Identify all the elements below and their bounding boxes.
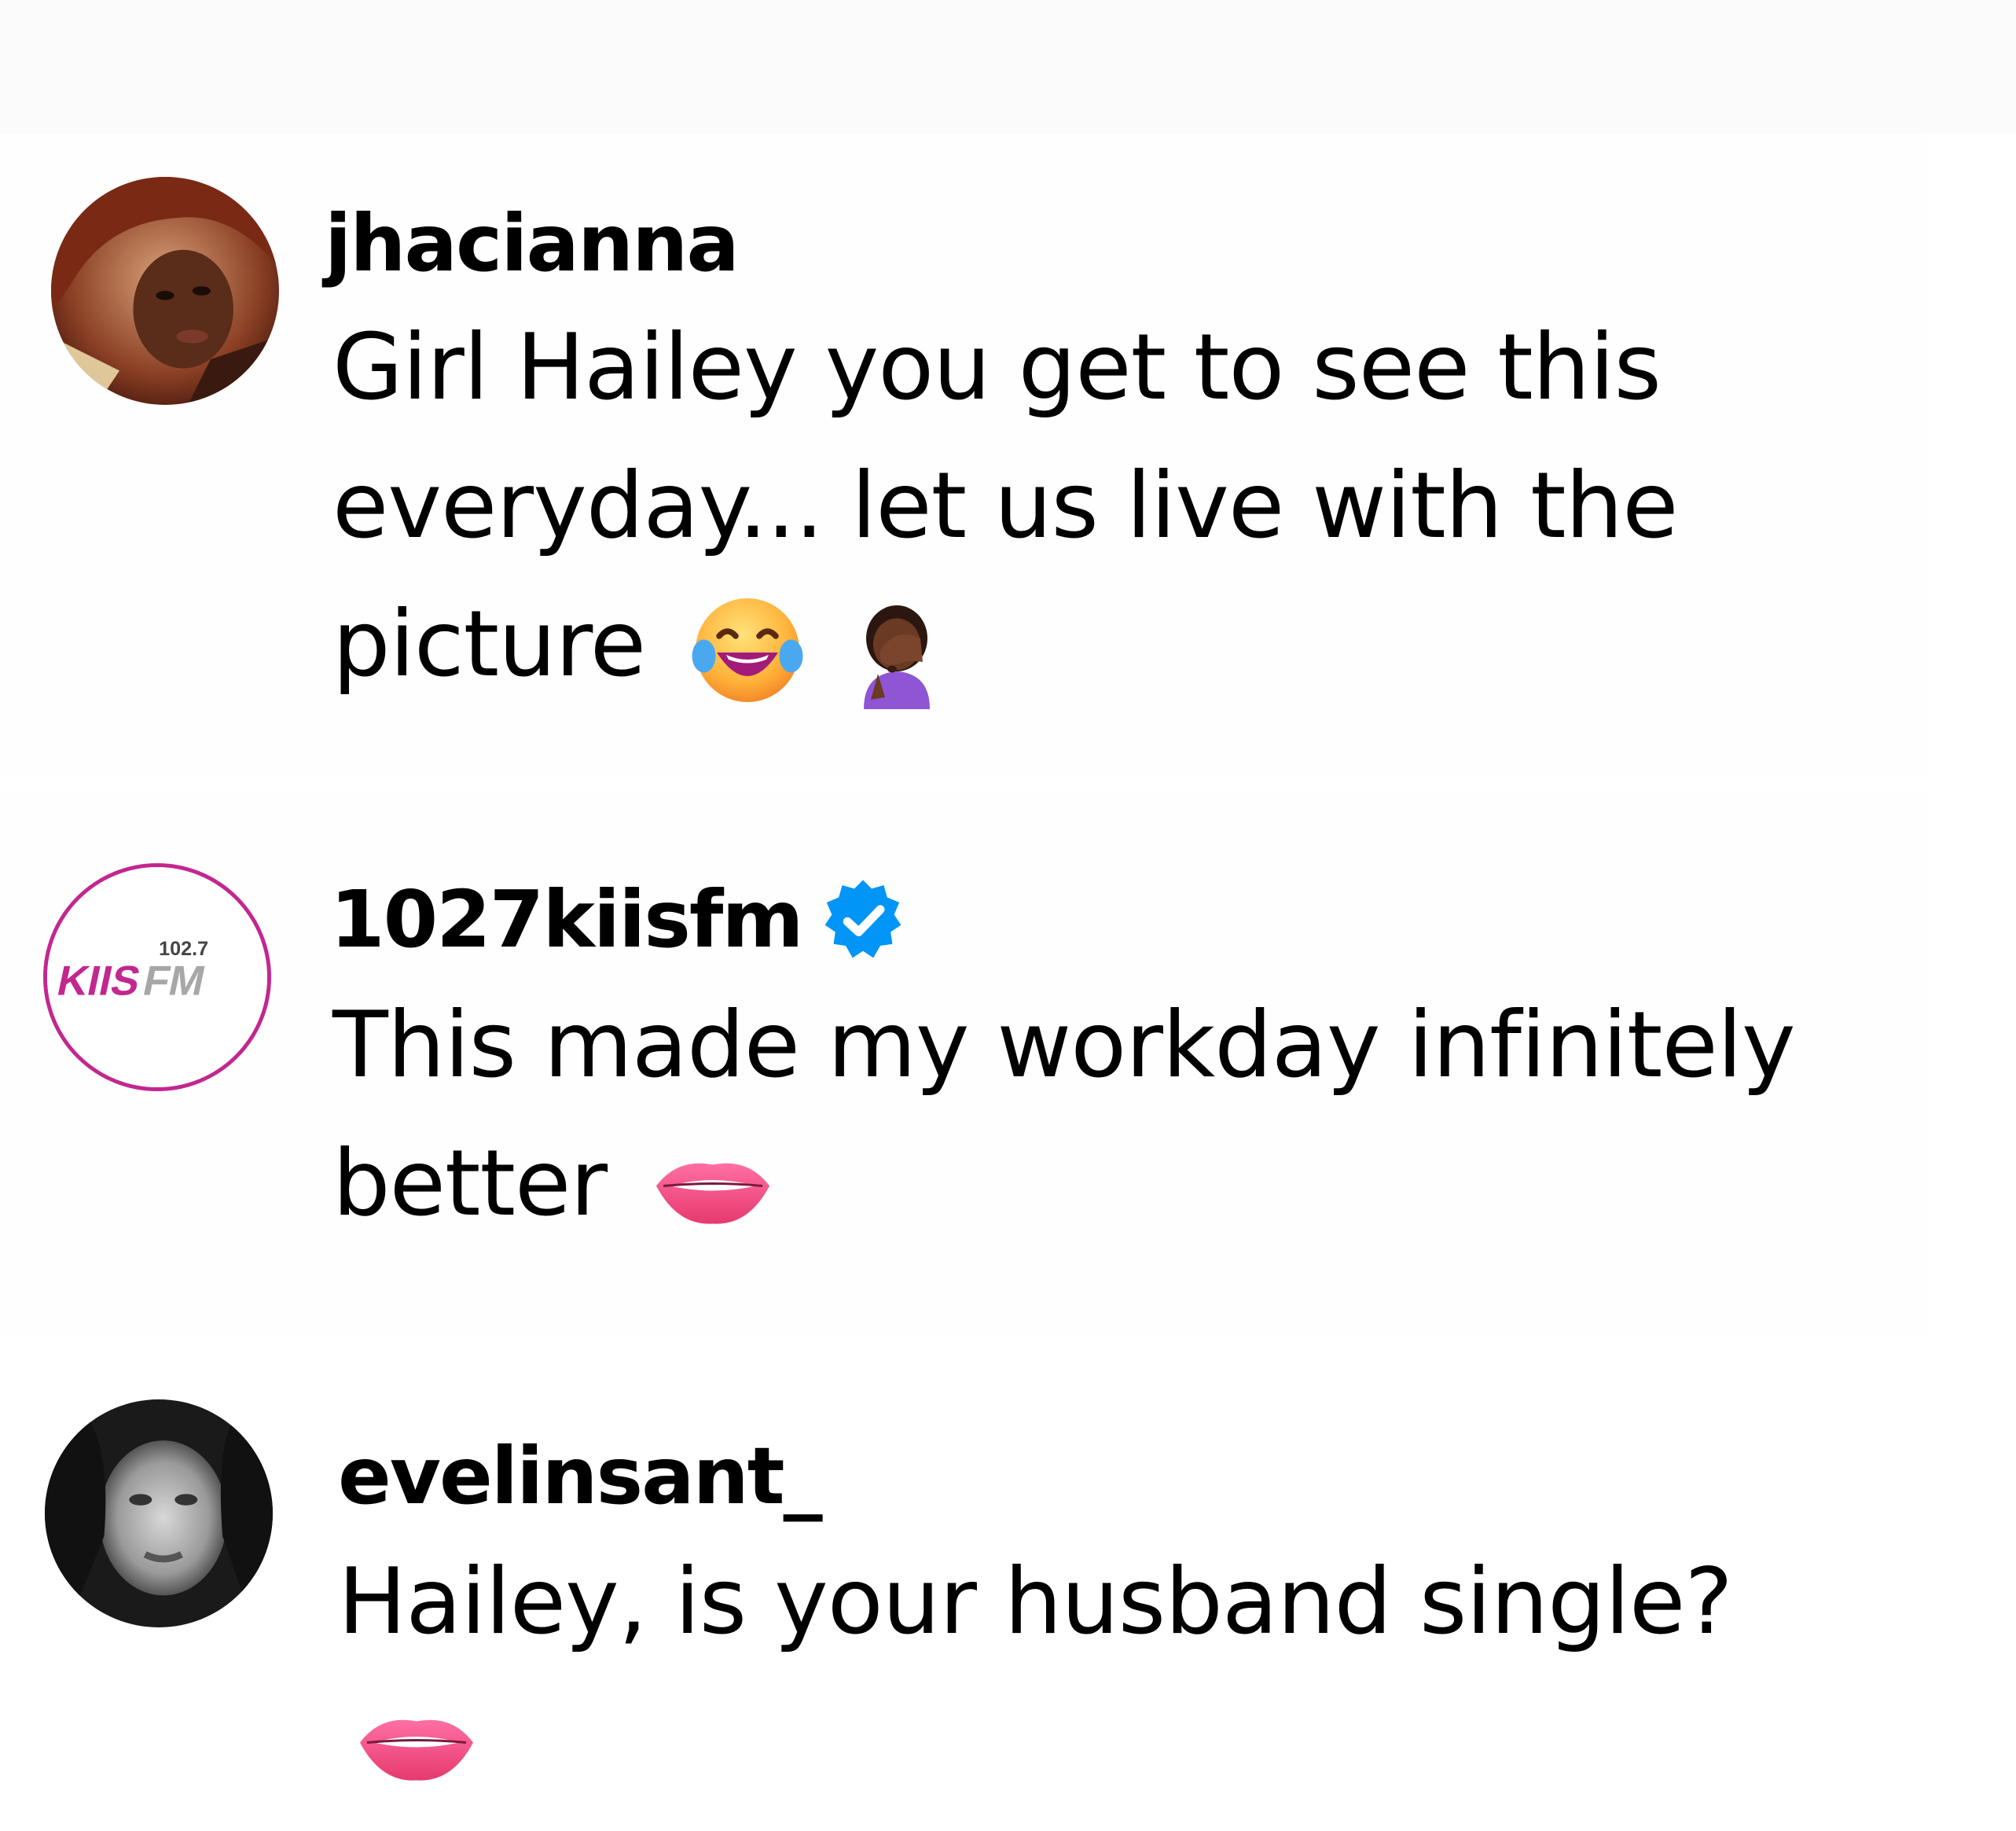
avatar[interactable] bbox=[51, 177, 279, 405]
username[interactable]: 1027kiisfm bbox=[330, 873, 906, 967]
comment-line-last: better bbox=[332, 1115, 1795, 1253]
comment-text: Girl Hailey you get to see this everyday… bbox=[332, 299, 1679, 714]
svg-text:KIIS: KIIS bbox=[53, 958, 145, 1004]
comment-line: everyday... let us live with the bbox=[332, 453, 1679, 559]
svg-text:102.7: 102.7 bbox=[159, 938, 208, 960]
comment-text: This made my workday infinitely better bbox=[332, 976, 1796, 1253]
comment-line: Hailey, is your husband single? bbox=[338, 1549, 1733, 1655]
header-band bbox=[0, 0, 2016, 134]
username-text[interactable]: evelinsant_ bbox=[338, 1430, 823, 1522]
verified-badge-icon bbox=[820, 877, 906, 963]
facepalm-emoji bbox=[838, 591, 956, 710]
svg-text:FM: FM bbox=[139, 958, 209, 1004]
username[interactable]: evelinsant_ bbox=[338, 1429, 823, 1524]
avatar-photo bbox=[51, 177, 279, 405]
comment-line: Girl Hailey you get to see this bbox=[332, 314, 1662, 421]
tears-of-joy-emoji bbox=[689, 591, 806, 709]
comment-text: Hailey, is your husband single? bbox=[338, 1533, 1733, 1810]
comment-line: This made my workday infinitely bbox=[332, 992, 1796, 1098]
username[interactable]: jhacianna bbox=[325, 197, 740, 291]
comment-line-text: picture bbox=[332, 591, 646, 697]
avatar-photo bbox=[45, 1399, 273, 1627]
avatar[interactable]: 102.7 KIIS FM bbox=[43, 863, 271, 1091]
avatar[interactable] bbox=[45, 1399, 273, 1627]
comment-item: jhacianna Girl Hailey you get to see thi… bbox=[0, 134, 1926, 778]
username-text[interactable]: jhacianna bbox=[325, 197, 740, 289]
comment-line-last bbox=[338, 1671, 1732, 1810]
kiis-fm-logo: 102.7 KIIS FM bbox=[47, 867, 267, 1087]
username-text[interactable]: 1027kiisfm bbox=[330, 873, 804, 965]
comment-line-text: better bbox=[332, 1131, 608, 1237]
comment-item: 102.7 KIIS FM 1027kiisfm This made my wo… bbox=[0, 794, 1926, 1336]
comment-item: evelinsant_ Hailey, is your husband sing… bbox=[0, 1336, 1926, 1831]
biting-lip-emoji bbox=[654, 1146, 772, 1233]
comments-page: jhacianna Girl Hailey you get to see thi… bbox=[0, 0, 2016, 1831]
biting-lip-emoji bbox=[358, 1703, 476, 1789]
comment-line-last: picture bbox=[332, 575, 1678, 714]
